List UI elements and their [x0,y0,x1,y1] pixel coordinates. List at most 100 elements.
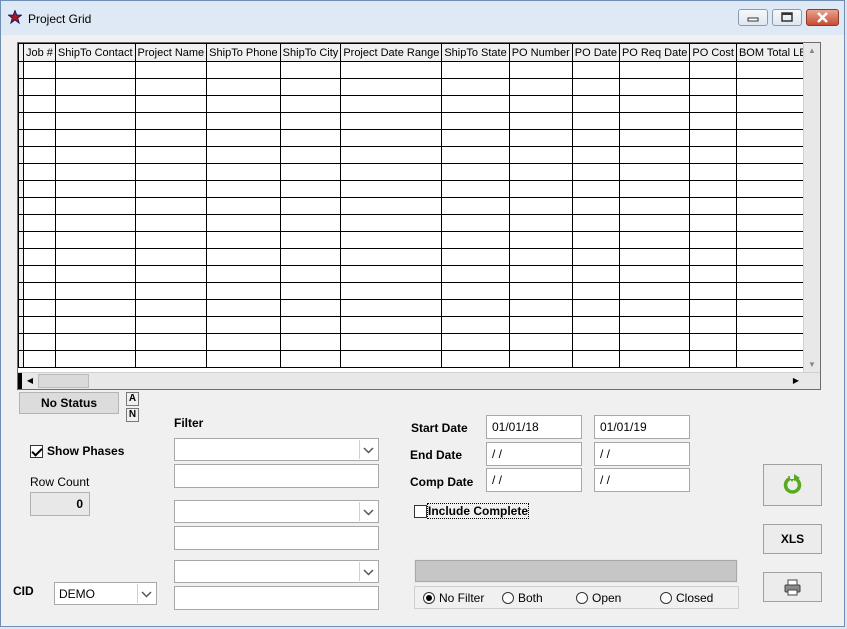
grid-cell[interactable] [441,163,510,181]
table-row[interactable] [18,248,804,266]
grid-cell[interactable] [54,78,136,96]
grid-cell[interactable] [23,350,56,368]
grid-cell[interactable] [279,248,342,266]
grid-cell[interactable] [54,95,136,113]
grid-cell[interactable] [340,197,443,215]
grid-cell[interactable] [618,282,691,300]
grid-cell[interactable] [571,163,620,181]
filter-combo-2[interactable] [174,500,379,523]
grid-cell[interactable] [441,180,510,198]
grid-cell[interactable] [571,95,620,113]
table-row[interactable] [18,333,804,351]
grid-cell[interactable] [689,197,737,215]
grid-cell[interactable] [340,316,443,334]
column-header[interactable]: PO Req Date [618,43,691,62]
grid-cell[interactable] [571,333,620,351]
grid-cell[interactable] [735,163,804,181]
grid-cell[interactable] [441,95,510,113]
grid-cell[interactable] [441,333,510,351]
grid-cell[interactable] [689,299,737,317]
grid-cell[interactable] [571,180,620,198]
table-row[interactable] [18,180,804,198]
grid-cell[interactable] [735,282,804,300]
grid-cell[interactable] [134,299,208,317]
grid-cell[interactable] [618,146,691,164]
grid-cell[interactable] [134,214,208,232]
filter-combo-3[interactable] [174,560,379,583]
grid-cell[interactable] [54,129,136,147]
column-header[interactable]: PO Date [571,43,620,62]
column-header[interactable]: ShipTo State [441,43,510,62]
grid-cell[interactable] [134,78,208,96]
grid-cell[interactable] [441,350,510,368]
grid-cell[interactable] [441,316,510,334]
grid-cell[interactable] [441,299,510,317]
grid-cell[interactable] [206,282,281,300]
grid-cell[interactable] [54,299,136,317]
grid-cell[interactable] [618,248,691,266]
grid-cell[interactable] [735,95,804,113]
grid-cell[interactable] [54,333,136,351]
grid-cell[interactable] [206,333,281,351]
comp-date-from-input[interactable]: / / [486,468,582,492]
table-row[interactable] [18,112,804,130]
grid-cell[interactable] [206,265,281,283]
grid-cell[interactable] [508,112,573,130]
grid-cell[interactable] [54,180,136,198]
grid-cell[interactable] [735,112,804,130]
grid-cell[interactable] [508,214,573,232]
grid-cell[interactable] [689,95,737,113]
grid-cell[interactable] [23,299,56,317]
end-date-to-input[interactable]: / / [594,442,690,466]
grid-cell[interactable] [279,299,342,317]
grid-cell[interactable] [340,163,443,181]
grid-cell[interactable] [279,214,342,232]
grid-cell[interactable] [689,316,737,334]
grid-cell[interactable] [279,95,342,113]
grid-cell[interactable] [735,61,804,79]
grid-cell[interactable] [689,180,737,198]
grid-cell[interactable] [508,248,573,266]
grid-cell[interactable] [206,316,281,334]
xls-export-button[interactable]: XLS [763,524,822,554]
grid-cell[interactable] [340,350,443,368]
grid-cell[interactable] [618,214,691,232]
both-radio[interactable] [502,592,514,604]
grid-cell[interactable] [571,78,620,96]
grid-cell[interactable] [54,282,136,300]
grid-cell[interactable] [618,316,691,334]
grid-cell[interactable] [23,129,56,147]
grid-cell[interactable] [23,197,56,215]
comp-date-to-input[interactable]: / / [594,468,690,492]
grid-cell[interactable] [735,146,804,164]
table-row[interactable] [18,61,804,79]
grid-cell[interactable] [689,78,737,96]
grid-cell[interactable] [508,61,573,79]
print-button[interactable] [763,572,822,602]
grid-cell[interactable] [279,265,342,283]
grid-cell[interactable] [23,146,56,164]
grid-cell[interactable] [279,350,342,368]
no-filter-radio[interactable] [423,592,435,604]
grid-cell[interactable] [54,146,136,164]
grid-cell[interactable] [689,214,737,232]
grid-cell[interactable] [571,299,620,317]
grid-cell[interactable] [508,129,573,147]
table-row[interactable] [18,146,804,164]
grid-cell[interactable] [441,112,510,130]
grid-cell[interactable] [134,112,208,130]
grid-cell[interactable] [571,231,620,249]
filter-combo-1[interactable] [174,438,379,461]
grid-cell[interactable] [689,163,737,181]
title-bar[interactable]: Project Grid [1,1,844,35]
grid-cell[interactable] [206,61,281,79]
column-header[interactable]: Job # [23,43,56,62]
scroll-right-icon[interactable]: ▶ [790,373,802,389]
grid-cell[interactable] [618,180,691,198]
grid-cell[interactable] [206,197,281,215]
table-row[interactable] [18,95,804,113]
grid-cell[interactable] [508,231,573,249]
grid-cell[interactable] [206,95,281,113]
grid-cell[interactable] [571,265,620,283]
grid-cell[interactable] [23,95,56,113]
